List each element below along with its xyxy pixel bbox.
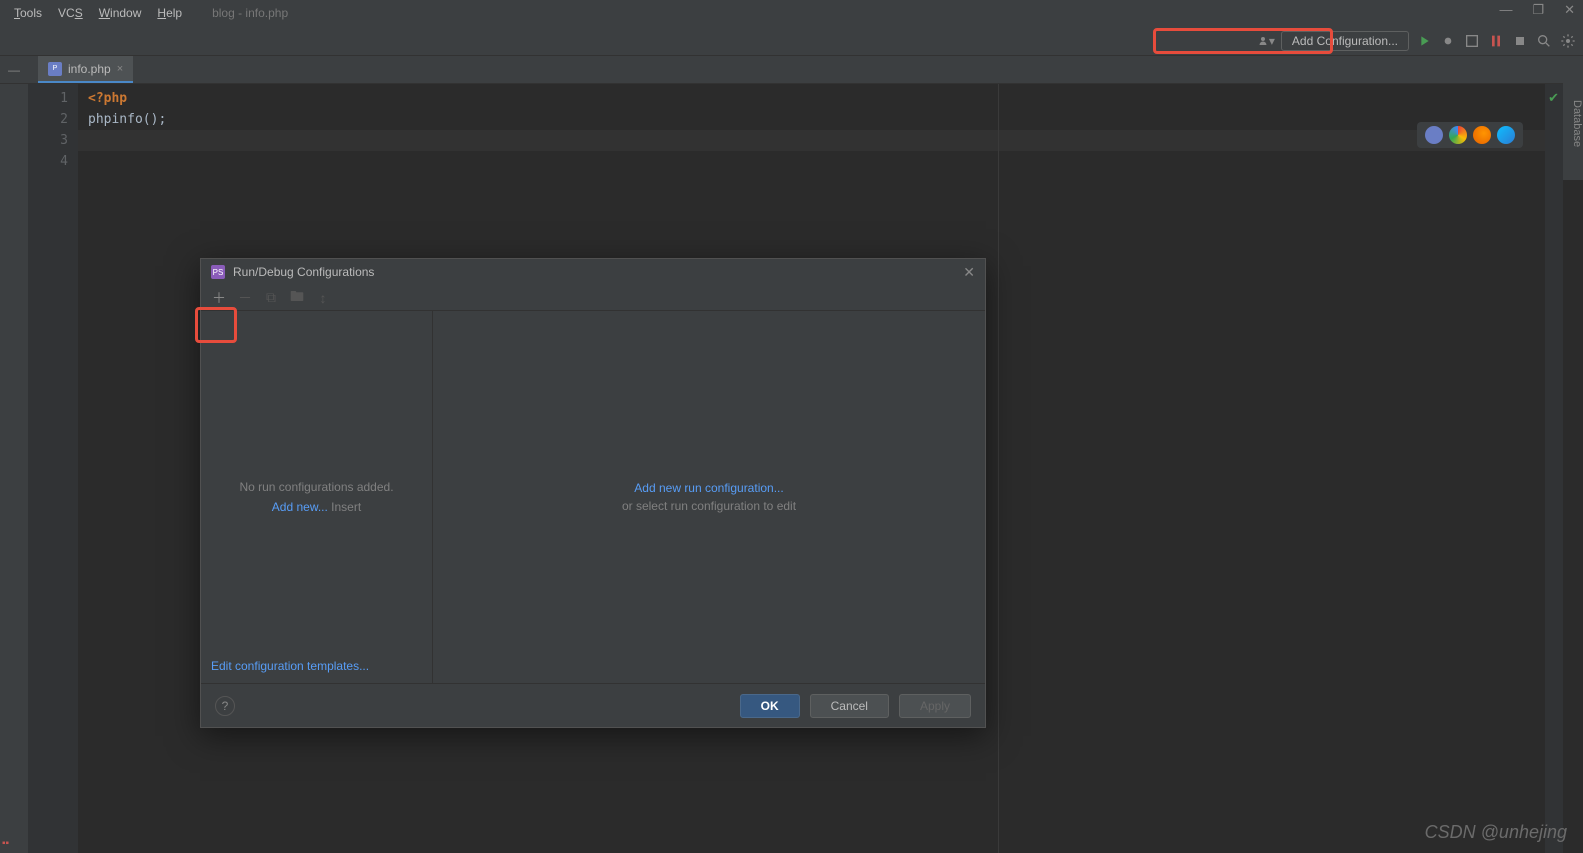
editor-right-margin: [998, 84, 999, 853]
run-icon[interactable]: [1415, 32, 1433, 50]
menu-help[interactable]: Help: [151, 4, 188, 22]
watermark: CSDN @unhejing: [1425, 822, 1567, 843]
phpstorm-icon: PS: [211, 265, 225, 279]
sort-config-icon[interactable]: ↕: [315, 290, 331, 306]
inspection-gutter: ✔: [1545, 84, 1563, 853]
bottom-left-markers: ▪▪: [2, 838, 9, 849]
stop-icon[interactable]: [1511, 32, 1529, 50]
add-configuration-button[interactable]: Add Configuration...: [1281, 31, 1409, 51]
add-new-run-config-link[interactable]: Add new run configuration...: [634, 481, 783, 495]
search-icon[interactable]: [1535, 32, 1553, 50]
empty-config-message: No run configurations added.: [239, 480, 393, 494]
close-window-button[interactable]: ✕: [1564, 2, 1575, 18]
coverage-icon[interactable]: [1463, 32, 1481, 50]
settings-icon[interactable]: [1559, 32, 1577, 50]
cancel-button[interactable]: Cancel: [810, 694, 889, 718]
save-config-icon[interactable]: 🖿: [289, 286, 305, 310]
dialog-footer: ? OK Cancel Apply: [201, 683, 985, 727]
line-number: 1: [28, 88, 68, 109]
debug-icon[interactable]: [1439, 32, 1457, 50]
run-debug-configurations-dialog: PS Run/Debug Configurations ✕ ＋ － ⧉ 🖿 ↕ …: [200, 258, 986, 728]
apply-button[interactable]: Apply: [899, 694, 971, 718]
profiler-icon[interactable]: [1487, 32, 1505, 50]
main-toolbar: ▾ Add Configuration...: [0, 26, 1583, 56]
file-tab-info-php[interactable]: P info.php ×: [38, 56, 133, 83]
code-token: <?php: [88, 91, 127, 106]
dialog-body: No run configurations added. Add new... …: [201, 311, 985, 683]
dialog-title: Run/Debug Configurations: [233, 265, 374, 279]
menu-tools[interactable]: Tools: [8, 4, 48, 22]
copy-config-icon[interactable]: ⧉: [263, 289, 279, 306]
file-tab-label: info.php: [68, 62, 111, 76]
config-list-panel: No run configurations added. Add new... …: [201, 311, 433, 683]
minimize-button[interactable]: —: [1499, 2, 1512, 18]
line-number: 4: [28, 151, 68, 172]
config-detail-panel: Add new run configuration... or select r…: [433, 311, 985, 683]
code-token: phpinfo();: [88, 112, 166, 127]
left-gutter-strip: [0, 84, 28, 853]
project-title: blog - info.php: [212, 6, 288, 20]
add-new-row: Add new... Insert: [272, 500, 361, 514]
line-number: 2: [28, 109, 68, 130]
menu-vcs[interactable]: VCS: [52, 4, 89, 22]
edit-templates-link[interactable]: Edit configuration templates...: [211, 659, 369, 673]
line-number: 3: [28, 130, 68, 151]
insert-hint: Insert: [328, 500, 361, 514]
help-button[interactable]: ?: [215, 696, 235, 716]
ok-button[interactable]: OK: [740, 694, 800, 718]
database-label: Database: [1571, 100, 1583, 147]
inspection-ok-icon[interactable]: ✔: [1548, 90, 1559, 106]
select-config-hint: or select run configuration to edit: [622, 499, 796, 513]
dialog-toolbar: ＋ － ⧉ 🖿 ↕: [201, 285, 985, 311]
close-tab-icon[interactable]: ×: [117, 63, 123, 75]
add-new-link[interactable]: Add new...: [272, 500, 328, 514]
maximize-button[interactable]: ❐: [1532, 2, 1544, 18]
user-dropdown[interactable]: ▾: [1257, 32, 1275, 50]
current-line-highlight: [78, 130, 1545, 151]
line-number-gutter: 1 2 3 4: [28, 84, 78, 853]
add-config-icon[interactable]: ＋: [211, 288, 227, 308]
php-file-icon: P: [48, 62, 62, 76]
window-controls: — ❐ ✕: [1499, 2, 1575, 18]
dialog-close-button[interactable]: ✕: [963, 264, 975, 281]
menu-bar: Tools VCS Window Help blog - info.php — …: [0, 0, 1583, 26]
remove-config-icon[interactable]: －: [237, 288, 253, 308]
editor-tabs: — P info.php ×: [0, 56, 1583, 84]
database-tool-window-button[interactable]: Database: [1563, 60, 1583, 180]
dialog-titlebar: PS Run/Debug Configurations ✕: [201, 259, 985, 285]
hide-tool-window-button[interactable]: —: [0, 56, 28, 83]
menu-window[interactable]: Window: [93, 4, 148, 22]
